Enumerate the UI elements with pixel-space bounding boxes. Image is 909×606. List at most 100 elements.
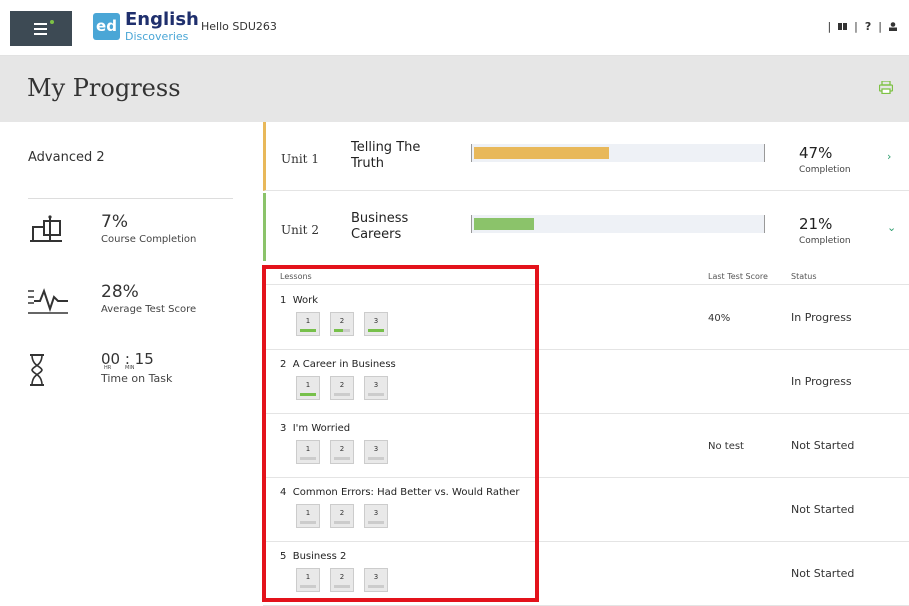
unit-name: Telling The Truth	[351, 140, 421, 171]
score-graph-icon	[28, 288, 68, 314]
lessons-column-header: Lessons	[280, 272, 312, 281]
lesson-step-number: 2	[339, 573, 345, 581]
lesson-name: Work	[292, 295, 319, 306]
lesson-title: 2 A Career in Business	[280, 359, 396, 370]
lesson-step-button[interactable]: 2	[330, 440, 354, 464]
divider: |	[878, 20, 882, 33]
user-greeting: Hello SDU263	[201, 20, 277, 33]
top-right-icons: | | ? |	[827, 20, 897, 33]
unit-progress-bar	[471, 144, 765, 162]
lesson-step-button[interactable]: 3	[364, 312, 388, 336]
step-progress-bar	[300, 457, 316, 460]
step-progress-bar	[300, 521, 316, 524]
hamburger-icon	[34, 23, 47, 38]
lesson-row[interactable]: 4 Common Errors: Had Better vs. Would Ra…	[263, 477, 909, 542]
chevron-right-icon[interactable]: ›	[887, 150, 891, 163]
unit-row[interactable]: Unit 1 Telling The Truth 47% Completion …	[263, 122, 909, 191]
step-progress-bar	[334, 329, 350, 332]
lesson-name: A Career in Business	[292, 359, 396, 370]
lesson-step-button[interactable]: 3	[364, 376, 388, 400]
step-progress-bar	[368, 521, 384, 524]
lesson-step-number: 2	[339, 445, 345, 453]
lesson-step-button[interactable]: 1	[296, 568, 320, 592]
step-progress-bar	[368, 457, 384, 460]
logo-badge[interactable]: ed	[93, 13, 120, 40]
lesson-step-number: 3	[373, 509, 379, 517]
user-icon[interactable]	[889, 22, 897, 31]
last-test-score: No test	[708, 441, 744, 452]
logo-discoveries: Discoveries	[125, 30, 189, 43]
divider: |	[827, 20, 832, 33]
lesson-step-button[interactable]: 2	[330, 568, 354, 592]
unit-completion-label: Completion	[799, 165, 851, 175]
lesson-status: In Progress	[791, 375, 852, 388]
course-summary: Advanced 2 7% Course Completion 28% Aver…	[0, 122, 262, 603]
step-progress-bar	[300, 393, 316, 396]
unit-progress-fill	[474, 147, 610, 159]
lesson-step-button[interactable]: 2	[330, 504, 354, 528]
unit-row[interactable]: Unit 2 Business Careers 21% Completion ⌄	[263, 193, 909, 261]
lesson-step-number: 1	[305, 509, 311, 517]
chevron-down-icon[interactable]: ⌄	[887, 221, 896, 234]
course-level: Advanced 2	[28, 150, 105, 165]
course-completion-label: Course Completion	[101, 234, 197, 245]
step-progress-bar	[334, 521, 350, 524]
lesson-step-button[interactable]: 3	[364, 440, 388, 464]
unit-label: Unit 1	[281, 152, 319, 166]
lesson-step-number: 1	[305, 573, 311, 581]
step-progress-bar	[368, 329, 384, 332]
step-progress-bar	[300, 585, 316, 588]
lesson-title: 3 I'm Worried	[280, 423, 350, 434]
top-bar: ed English Discoveries Hello SDU263 | | …	[0, 0, 909, 56]
lesson-step-number: 2	[339, 381, 345, 389]
lesson-row[interactable]: 3 I'm Worried 1 2 3 No test Not Started	[263, 413, 909, 478]
lesson-status: Not Started	[791, 439, 855, 452]
units-panel: Unit 1 Telling The Truth 47% Completion …	[263, 122, 909, 606]
lesson-step-number: 1	[305, 317, 311, 325]
status-column-header: Status	[791, 272, 817, 281]
lesson-steps: 1 2 3	[296, 568, 388, 592]
time-on-task-label: Time on Task	[101, 372, 173, 385]
unit-percent: 47%	[799, 144, 833, 162]
lesson-step-button[interactable]: 1	[296, 440, 320, 464]
time-min-label: MIN	[125, 365, 135, 371]
lesson-step-button[interactable]: 1	[296, 376, 320, 400]
lesson-name: Business 2	[292, 551, 347, 562]
step-progress-bar	[368, 393, 384, 396]
lesson-step-number: 3	[373, 445, 379, 453]
divider	[28, 198, 233, 199]
unit-name: Business Careers	[351, 211, 409, 242]
unit-progress-bar	[471, 215, 765, 233]
lesson-steps: 1 2 3	[296, 504, 388, 528]
help-icon[interactable]: ?	[865, 20, 871, 33]
lesson-status: In Progress	[791, 311, 852, 324]
menu-button[interactable]	[10, 11, 72, 46]
lesson-row[interactable]: 2 A Career in Business 1 2 3 In Progress	[263, 349, 909, 414]
lesson-step-button[interactable]: 3	[364, 568, 388, 592]
book-icon[interactable]	[838, 22, 848, 31]
notification-dot	[50, 20, 54, 24]
lesson-step-number: 1	[305, 445, 311, 453]
step-progress-bar	[334, 585, 350, 588]
print-icon[interactable]	[879, 81, 893, 94]
lesson-step-button[interactable]: 2	[330, 312, 354, 336]
time-hr-label: HR	[104, 365, 112, 371]
lesson-step-button[interactable]: 2	[330, 376, 354, 400]
lesson-step-number: 3	[373, 381, 379, 389]
hourglass-icon	[30, 354, 44, 386]
lesson-row[interactable]: 5 Business 2 1 2 3 Not Started	[263, 541, 909, 606]
divider: |	[854, 20, 858, 33]
lesson-title: 4 Common Errors: Had Better vs. Would Ra…	[280, 487, 519, 498]
lesson-step-button[interactable]: 1	[296, 504, 320, 528]
flag-icon	[30, 215, 62, 242]
last-test-score-column-header: Last Test Score	[708, 272, 768, 281]
last-test-score: 40%	[708, 313, 731, 324]
lesson-step-button[interactable]: 3	[364, 504, 388, 528]
lesson-step-number: 3	[373, 317, 379, 325]
step-progress-bar	[334, 457, 350, 460]
lesson-step-button[interactable]: 1	[296, 312, 320, 336]
lesson-row[interactable]: 1 Work 1 2 3 40% In Progress	[263, 285, 909, 350]
lesson-step-number: 1	[305, 381, 311, 389]
lesson-steps: 1 2 3	[296, 440, 388, 464]
unit-percent: 21%	[799, 215, 833, 233]
